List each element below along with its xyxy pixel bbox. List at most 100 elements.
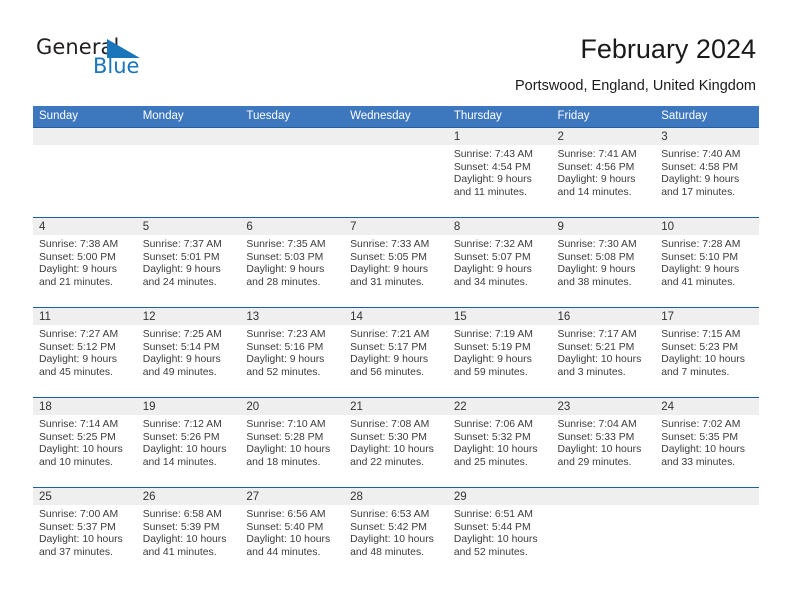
day-daylight-line2: and 17 minutes. — [661, 186, 736, 198]
calendar-day-cell[interactable]: 27 Sunrise: 6:56 AM Sunset: 5:40 PM Dayligh… — [240, 488, 345, 577]
day-sunrise: Sunrise: 7:08 AM — [350, 419, 430, 430]
day-sunrise: Sunrise: 7:23 AM — [246, 329, 326, 340]
day-daylight-line1: Daylight: 9 hours — [557, 264, 636, 276]
calendar-day-cell[interactable]: 15 Sunrise: 7:19 AM Sunset: 5:19 PM Dayligh… — [447, 308, 552, 397]
calendar-day-cell[interactable]: 7 Sunrise: 7:33 AM Sunset: 5:05 PM Daylight… — [344, 218, 448, 307]
day-details: Sunrise: 7:41 AM Sunset: 4:56 PM Daylight:… — [552, 145, 656, 199]
day-daylight-line2: and 24 minutes. — [142, 276, 217, 288]
day-daylight-line1: Daylight: 9 hours — [453, 354, 532, 366]
calendar-day-cell[interactable]: 14 Sunrise: 7:21 AM Sunset: 5:17 PM Dayligh… — [344, 308, 448, 397]
day-details: Sunrise: 7:17 AM Sunset: 5:21 PM Daylight:… — [552, 325, 656, 379]
day-sunrise: Sunrise: 7:41 AM — [557, 149, 637, 160]
day-number: 7 — [344, 218, 448, 235]
day-details: Sunrise: 7:28 AM Sunset: 5:10 PM Daylight:… — [655, 235, 759, 289]
calendar-day-cell[interactable]: 5 Sunrise: 7:37 AM Sunset: 5:01 PM Daylight… — [136, 218, 241, 307]
day-sunrise: Sunrise: 7:19 AM — [453, 329, 533, 340]
day-sunset: Sunset: 5:30 PM — [350, 431, 427, 443]
day-daylight-line2: and 14 minutes. — [557, 186, 632, 198]
calendar-day-cell[interactable]: 2 Sunrise: 7:41 AM Sunset: 4:56 PM Daylight… — [551, 128, 656, 217]
calendar-day-cell[interactable]: 18 Sunrise: 7:14 AM Sunset: 5:25 PM Dayligh… — [33, 398, 137, 487]
calendar-day-cell[interactable]: 17 Sunrise: 7:15 AM Sunset: 5:23 PM Dayligh… — [655, 308, 759, 397]
calendar-day-cell[interactable]: 21 Sunrise: 7:08 AM Sunset: 5:30 PM Dayligh… — [344, 398, 448, 487]
calendar-day-cell[interactable]: 11 Sunrise: 7:27 AM Sunset: 5:12 PM Dayligh… — [33, 308, 137, 397]
calendar-day-cell[interactable]: 24 Sunrise: 7:02 AM Sunset: 5:35 PM Dayligh… — [655, 398, 759, 487]
calendar-day-cell[interactable]: 13 Sunrise: 7:23 AM Sunset: 5:16 PM Dayligh… — [240, 308, 345, 397]
day-details: Sunrise: 7:35 AM Sunset: 5:03 PM Daylight:… — [240, 235, 344, 289]
day-sunrise: Sunrise: 7:33 AM — [350, 239, 430, 250]
day-sunrise: Sunrise: 6:58 AM — [142, 509, 222, 520]
day-number — [551, 488, 656, 505]
day-sunset: Sunset: 5:19 PM — [453, 341, 531, 353]
calendar-day-cell[interactable]: 1 Sunrise: 7:43 AM Sunset: 4:54 PM Daylight… — [447, 128, 552, 217]
calendar-day-cell[interactable]: 8 Sunrise: 7:32 AM Sunset: 5:07 PM Daylight… — [447, 218, 552, 307]
day-number: 21 — [344, 398, 448, 415]
calendar-day-cell[interactable]: 4 Sunrise: 7:38 AM Sunset: 5:00 PM Daylight… — [33, 218, 137, 307]
day-details: Sunrise: 7:12 AM Sunset: 5:26 PM Daylight:… — [137, 415, 241, 469]
day-sunrise: Sunrise: 7:35 AM — [246, 239, 326, 250]
calendar-day-cell[interactable]: 6 Sunrise: 7:35 AM Sunset: 5:03 PM Daylight… — [240, 218, 345, 307]
day-sunrise: Sunrise: 7:25 AM — [142, 329, 222, 340]
day-daylight-line1: Daylight: 10 hours — [246, 444, 331, 456]
day-details: Sunrise: 6:56 AM Sunset: 5:40 PM Daylight:… — [240, 505, 344, 559]
day-sunrise: Sunrise: 7:17 AM — [557, 329, 637, 340]
calendar-day-cell[interactable]: 19 Sunrise: 7:12 AM Sunset: 5:26 PM Dayligh… — [136, 398, 241, 487]
day-daylight-line2: and 52 minutes. — [246, 366, 321, 378]
calendar-day-cell[interactable]: 16 Sunrise: 7:17 AM Sunset: 5:21 PM Dayligh… — [551, 308, 656, 397]
calendar-day-cell[interactable]: 25 Sunrise: 7:00 AM Sunset: 5:37 PM Dayligh… — [33, 488, 137, 577]
day-details: Sunrise: 7:43 AM Sunset: 4:54 PM Daylight:… — [448, 145, 552, 199]
day-number — [240, 128, 345, 145]
calendar-day-cell[interactable]: 29 Sunrise: 6:51 AM Sunset: 5:44 PM Dayligh… — [447, 488, 552, 577]
day-sunrise: Sunrise: 6:51 AM — [453, 509, 533, 520]
calendar-week-row: 25 Sunrise: 7:00 AM Sunset: 5:37 PM Dayligh… — [33, 487, 759, 577]
day-number: 14 — [344, 308, 448, 325]
day-daylight-line1: Daylight: 9 hours — [453, 174, 532, 186]
day-daylight-line2: and 44 minutes. — [246, 546, 321, 558]
day-daylight-line1: Daylight: 9 hours — [246, 264, 325, 276]
day-daylight-line1: Daylight: 9 hours — [350, 354, 429, 366]
day-details: Sunrise: 7:32 AM Sunset: 5:07 PM Daylight:… — [448, 235, 552, 289]
day-sunset: Sunset: 5:40 PM — [246, 521, 324, 533]
calendar-day-cell[interactable]: 23 Sunrise: 7:04 AM Sunset: 5:33 PM Dayligh… — [551, 398, 656, 487]
day-daylight-line2: and 18 minutes. — [246, 456, 321, 468]
day-daylight-line2: and 22 minutes. — [350, 456, 425, 468]
day-sunset: Sunset: 5:00 PM — [39, 251, 116, 263]
day-daylight-line1: Daylight: 10 hours — [557, 354, 642, 366]
calendar-day-cell[interactable]: 26 Sunrise: 6:58 AM Sunset: 5:39 PM Dayligh… — [136, 488, 241, 577]
day-number: 24 — [655, 398, 759, 415]
calendar-week-row: 4 Sunrise: 7:38 AM Sunset: 5:00 PM Daylight… — [33, 217, 759, 307]
day-daylight-line2: and 49 minutes. — [142, 366, 217, 378]
day-sunrise: Sunrise: 6:53 AM — [350, 509, 430, 520]
day-number: 29 — [447, 488, 552, 505]
day-daylight-line1: Daylight: 9 hours — [557, 174, 636, 186]
day-number: 16 — [551, 308, 656, 325]
day-daylight-line2: and 45 minutes. — [39, 366, 113, 378]
day-daylight-line1: Daylight: 10 hours — [246, 534, 331, 546]
day-number — [136, 128, 241, 145]
day-sunset: Sunset: 5:16 PM — [246, 341, 324, 353]
day-sunrise: Sunrise: 7:32 AM — [453, 239, 533, 250]
calendar-day-cell[interactable]: 22 Sunrise: 7:06 AM Sunset: 5:32 PM Dayligh… — [447, 398, 552, 487]
day-sunset: Sunset: 5:33 PM — [557, 431, 635, 443]
day-daylight-line2: and 48 minutes. — [350, 546, 425, 558]
calendar-day-cell[interactable]: 3 Sunrise: 7:40 AM Sunset: 4:58 PM Daylight… — [655, 128, 759, 217]
day-daylight-line2: and 14 minutes. — [142, 456, 217, 468]
day-sunrise: Sunrise: 7:28 AM — [661, 239, 741, 250]
weekday-wednesday: Wednesday — [350, 110, 411, 122]
weekday-saturday: Saturday — [661, 110, 708, 122]
day-details: Sunrise: 6:51 AM Sunset: 5:44 PM Daylight:… — [448, 505, 552, 559]
calendar-day-cell[interactable]: 20 Sunrise: 7:10 AM Sunset: 5:28 PM Dayligh… — [240, 398, 345, 487]
calendar-day-cell[interactable]: 9 Sunrise: 7:30 AM Sunset: 5:08 PM Daylight… — [551, 218, 656, 307]
calendar-day-cell[interactable]: 10 Sunrise: 7:28 AM Sunset: 5:10 PM Dayligh… — [655, 218, 759, 307]
day-number: 9 — [551, 218, 656, 235]
brand-logo[interactable]: General Blue — [36, 36, 226, 88]
day-sunset: Sunset: 5:01 PM — [142, 251, 220, 263]
day-details: Sunrise: 7:04 AM Sunset: 5:33 PM Daylight:… — [552, 415, 656, 469]
calendar-day-cell[interactable]: 28 Sunrise: 6:53 AM Sunset: 5:42 PM Dayligh… — [344, 488, 448, 577]
day-number: 5 — [136, 218, 241, 235]
day-sunrise: Sunrise: 7:00 AM — [39, 509, 119, 520]
day-sunrise: Sunrise: 7:27 AM — [39, 329, 119, 340]
day-daylight-line2: and 33 minutes. — [661, 456, 736, 468]
day-daylight-line2: and 37 minutes. — [39, 546, 113, 558]
day-details: Sunrise: 7:06 AM Sunset: 5:32 PM Daylight:… — [448, 415, 552, 469]
calendar-day-cell[interactable]: 12 Sunrise: 7:25 AM Sunset: 5:14 PM Dayligh… — [136, 308, 241, 397]
